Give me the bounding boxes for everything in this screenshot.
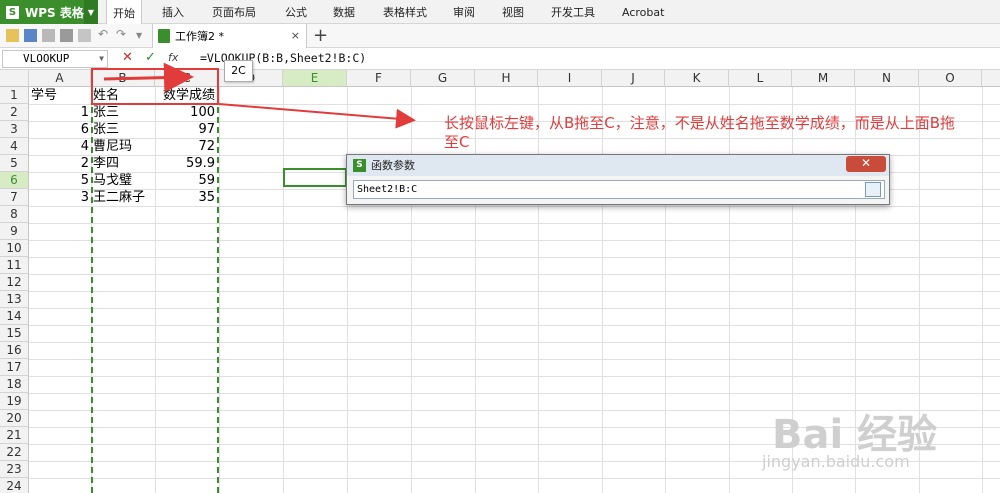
watermark: Bai 经验 jingyan.baidu.com [762, 402, 992, 482]
dialog-title: 函数参数 [371, 159, 415, 172]
screenshot: S WPS 表格 ▼ 开始 插入 页面布局 公式 数据 表格样式 审阅 视图 开… [0, 0, 1000, 493]
pointer-arrow [218, 103, 416, 129]
argument-input[interactable]: Sheet2!B:C [353, 180, 885, 199]
drag-arrow [103, 62, 194, 93]
function-args-dialog: S 函数参数 ✕ Sheet2!B:C [346, 154, 890, 205]
wps-logo-icon: S [353, 159, 366, 172]
dialog-titlebar[interactable]: S 函数参数 [347, 155, 889, 176]
expand-dialog-icon[interactable] [865, 182, 881, 197]
close-icon[interactable]: ✕ [846, 156, 886, 172]
annotation-text: 长按鼠标左键，从B拖至C，注意，不是从姓名拖至数学成绩，而是从上面B拖至C [444, 114, 956, 151]
watermark-url: jingyan.baidu.com [762, 452, 910, 471]
column-count-tooltip: 2C [224, 60, 253, 82]
